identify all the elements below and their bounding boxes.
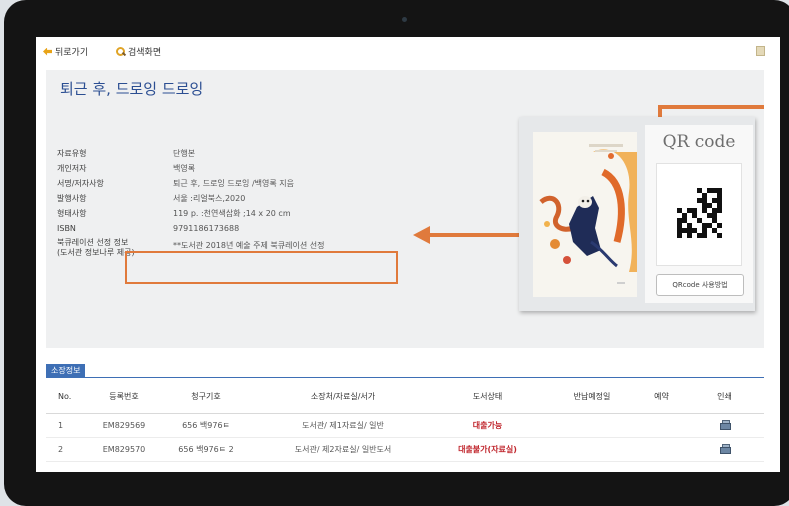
qr-howto-button[interactable]: QRcode 사용방법 [656, 274, 744, 296]
search-screen-button[interactable]: 검색화면 [116, 45, 161, 58]
cell-due-date [546, 437, 638, 462]
screen: 뒤로가기 검색화면 퇴근 후, 드로잉 드로잉 자료유형 단행본 개인저자 백영… [36, 37, 780, 472]
magnifier-icon [116, 47, 125, 56]
cell-print [685, 413, 764, 438]
col-status: 도서상태 [429, 379, 546, 414]
detail-value: 단행본 [173, 149, 196, 158]
cell-reserve [638, 413, 685, 438]
detail-row: 형태사항 119 p. :천연색삽화 ;14 x 20 cm [57, 206, 324, 221]
detail-value: 서울 :리얼북스,2020 [173, 194, 246, 203]
cell-no: 1 [46, 413, 93, 438]
table-row: 1 EM829569 656 백976ㅌ 도서관/ 제1자료실/ 일반 대출가능 [46, 413, 764, 438]
table-row: 2 EM829570 656 백976ㅌ 2 도서관/ 제2자료실/ 일반도서 … [46, 437, 764, 462]
curation-label-line1: 북큐레이션 선정 정보 [57, 238, 129, 247]
detail-label: 개인저자 [57, 164, 87, 173]
col-reg-no: 등록번호 [93, 379, 155, 414]
detail-label: 자료유형 [57, 149, 87, 158]
col-no: No. [46, 379, 93, 414]
camera-dot [402, 17, 407, 22]
back-button-label: 뒤로가기 [55, 48, 89, 58]
cell-location: 도서관/ 제1자료실/ 일반 [257, 413, 429, 438]
detail-row: 개인저자 백영록 [57, 161, 324, 176]
qr-code-image [656, 163, 742, 266]
cell-no: 2 [46, 437, 93, 462]
qr-title: QR code [662, 132, 736, 152]
cell-location: 도서관/ 제2자료실/ 일반도서 [257, 437, 429, 462]
detail-panel: 퇴근 후, 드로잉 드로잉 자료유형 단행본 개인저자 백영록 서명/저자사항 … [46, 70, 764, 348]
cell-print [685, 437, 764, 462]
col-due-date: 반납예정일 [546, 379, 638, 414]
back-button[interactable]: 뒤로가기 [43, 45, 88, 58]
cover-illustration [533, 132, 637, 297]
cell-call-no: 656 백976ㅌ 2 [155, 437, 257, 462]
qr-card: QR code QRcode 사용방법 [645, 125, 753, 303]
curation-label-line2: (도서관 정보나루 제공) [57, 248, 135, 257]
book-cover-image [533, 132, 637, 297]
col-print: 인쇄 [685, 379, 764, 414]
detail-value: 119 p. :천연색삽화 ;14 x 20 cm [173, 209, 291, 218]
printer-icon[interactable] [719, 420, 731, 430]
search-screen-label: 검색화면 [128, 48, 162, 58]
detail-value: 퇴근 후, 드로잉 드로잉 /백영록 지음 [173, 179, 294, 188]
cell-call-no: 656 백976ㅌ [155, 413, 257, 438]
detail-label: 형태사항 [57, 209, 87, 218]
curation-highlight-box [125, 251, 398, 284]
cell-reserve [638, 437, 685, 462]
cell-reg-no: EM829569 [93, 413, 155, 438]
detail-row: 자료유형 단행본 [57, 146, 324, 161]
top-nav: 뒤로가기 검색화면 [36, 37, 780, 65]
detail-value: 백영록 [173, 164, 196, 173]
detail-value: 9791186173688 [173, 224, 240, 233]
detail-row: 발행사항 서울 :리얼북스,2020 [57, 191, 324, 206]
cell-status: 대출불가(자료실) [429, 437, 546, 462]
col-location: 소장처/자료실/서가 [257, 379, 429, 414]
cell-due-date [546, 413, 638, 438]
book-spread: QR code QRcode 사용방법 [519, 117, 755, 311]
cell-status: 대출가능 [429, 413, 546, 438]
bookmark-icon[interactable] [756, 46, 765, 56]
holdings-header-row: No. 등록번호 청구기호 소장처/자료실/서가 도서상태 반납예정일 예약 인… [46, 379, 764, 414]
holdings-tab[interactable]: 소장정보 [46, 364, 86, 377]
cell-reg-no: EM829570 [93, 437, 155, 462]
holdings-table: No. 등록번호 청구기호 소장처/자료실/서가 도서상태 반납예정일 예약 인… [46, 379, 764, 462]
book-title: 퇴근 후, 드로잉 드로잉 [60, 80, 204, 98]
col-call-no: 청구기호 [155, 379, 257, 414]
detail-row: 서명/저자사항 퇴근 후, 드로잉 드로잉 /백영록 지음 [57, 176, 324, 191]
qr-code-icon [677, 188, 722, 238]
detail-label: 발행사항 [57, 194, 87, 203]
holdings-divider [46, 377, 764, 378]
back-arrow-icon [43, 47, 52, 56]
printer-icon[interactable] [719, 444, 731, 454]
detail-label: ISBN [57, 224, 76, 233]
col-reserve: 예약 [638, 379, 685, 414]
bibliographic-details: 자료유형 단행본 개인저자 백영록 서명/저자사항 퇴근 후, 드로잉 드로잉 … [57, 146, 324, 258]
detail-row: ISBN 9791186173688 [57, 221, 324, 236]
detail-label: 서명/저자사항 [57, 179, 104, 188]
